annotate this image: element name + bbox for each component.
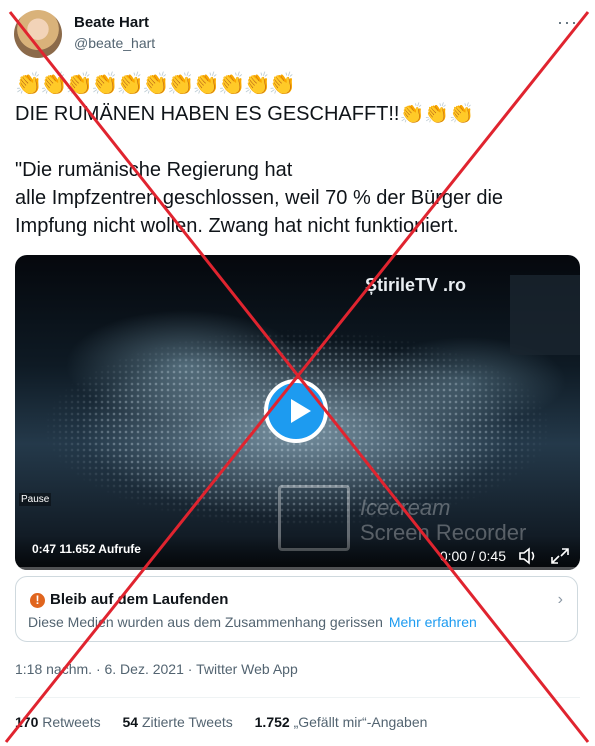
tweet-headline: DIE RUMÄNEN HABEN ES GESCHAFFT!!👏👏👏 xyxy=(15,103,475,125)
notice-title: Bleib auf dem Laufenden xyxy=(50,591,229,608)
warning-icon: ! xyxy=(30,593,45,608)
expand-icon[interactable] xyxy=(550,547,570,565)
retweets-stat[interactable]: 170 Retweets xyxy=(15,714,101,730)
tweet-text: 👏👏👏👏👏👏👏👏👏👏👏 DIE RUMÄNEN HABEN ES GESCHAF… xyxy=(15,70,580,240)
video-frame-building xyxy=(510,275,580,355)
divider xyxy=(15,697,580,698)
more-horizontal-icon[interactable]: ··· xyxy=(557,12,578,33)
learn-more-link[interactable]: Mehr erfahren xyxy=(389,614,477,630)
watermark-text: Icecream xyxy=(360,495,451,520)
video-progress-bar[interactable] xyxy=(15,567,580,570)
avatar[interactable] xyxy=(14,10,62,58)
tweet-body-line: "Die rumänische Regierung hat xyxy=(15,159,293,181)
clap-emojis: 👏👏👏👏👏👏👏👏👏👏👏 xyxy=(15,71,296,96)
play-icon[interactable] xyxy=(264,379,328,443)
notice-body: Diese Medien wurden aus dem Zusammenhang… xyxy=(28,614,477,630)
chevron-right-icon[interactable]: › xyxy=(558,591,563,609)
notice-text: Diese Medien wurden aus dem Zusammenhang… xyxy=(28,614,383,630)
video-time: 0:00 / 0:45 xyxy=(439,548,506,564)
tweet-header: Beate Hart @beate_hart ··· xyxy=(14,10,584,60)
tweet-stats: 170 Retweets 54 Zitierte Tweets 1.752 „G… xyxy=(15,714,445,730)
quote-tweets-stat[interactable]: 54 Zitierte Tweets xyxy=(123,714,233,730)
author-handle[interactable]: @beate_hart xyxy=(74,35,155,51)
tweet-timestamp[interactable]: 1:18 nachm. · 6. Dez. 2021 · Twitter Web… xyxy=(15,661,298,677)
pause-label: Pause xyxy=(19,493,52,506)
views-overlay: 0:47 11.652 Aufrufe xyxy=(32,542,141,556)
tweet-body-line: Impfung nicht wollen. Zwang hat nicht fu… xyxy=(15,215,459,237)
volume-icon[interactable] xyxy=(518,547,538,565)
video-player[interactable]: ȘtirileTV .ro Pause Icecream Screen Reco… xyxy=(15,255,580,570)
context-notice[interactable]: ! Bleib auf dem Laufenden Diese Medien w… xyxy=(15,576,578,642)
likes-stat[interactable]: 1.752 „Gefällt mir“-Angaben xyxy=(255,714,428,730)
channel-logo: ȘtirileTV .ro xyxy=(365,275,467,295)
author-name[interactable]: Beate Hart xyxy=(74,14,149,31)
tweet-body-line: alle Impfzentren geschlossen, weil 70 % … xyxy=(15,187,504,209)
